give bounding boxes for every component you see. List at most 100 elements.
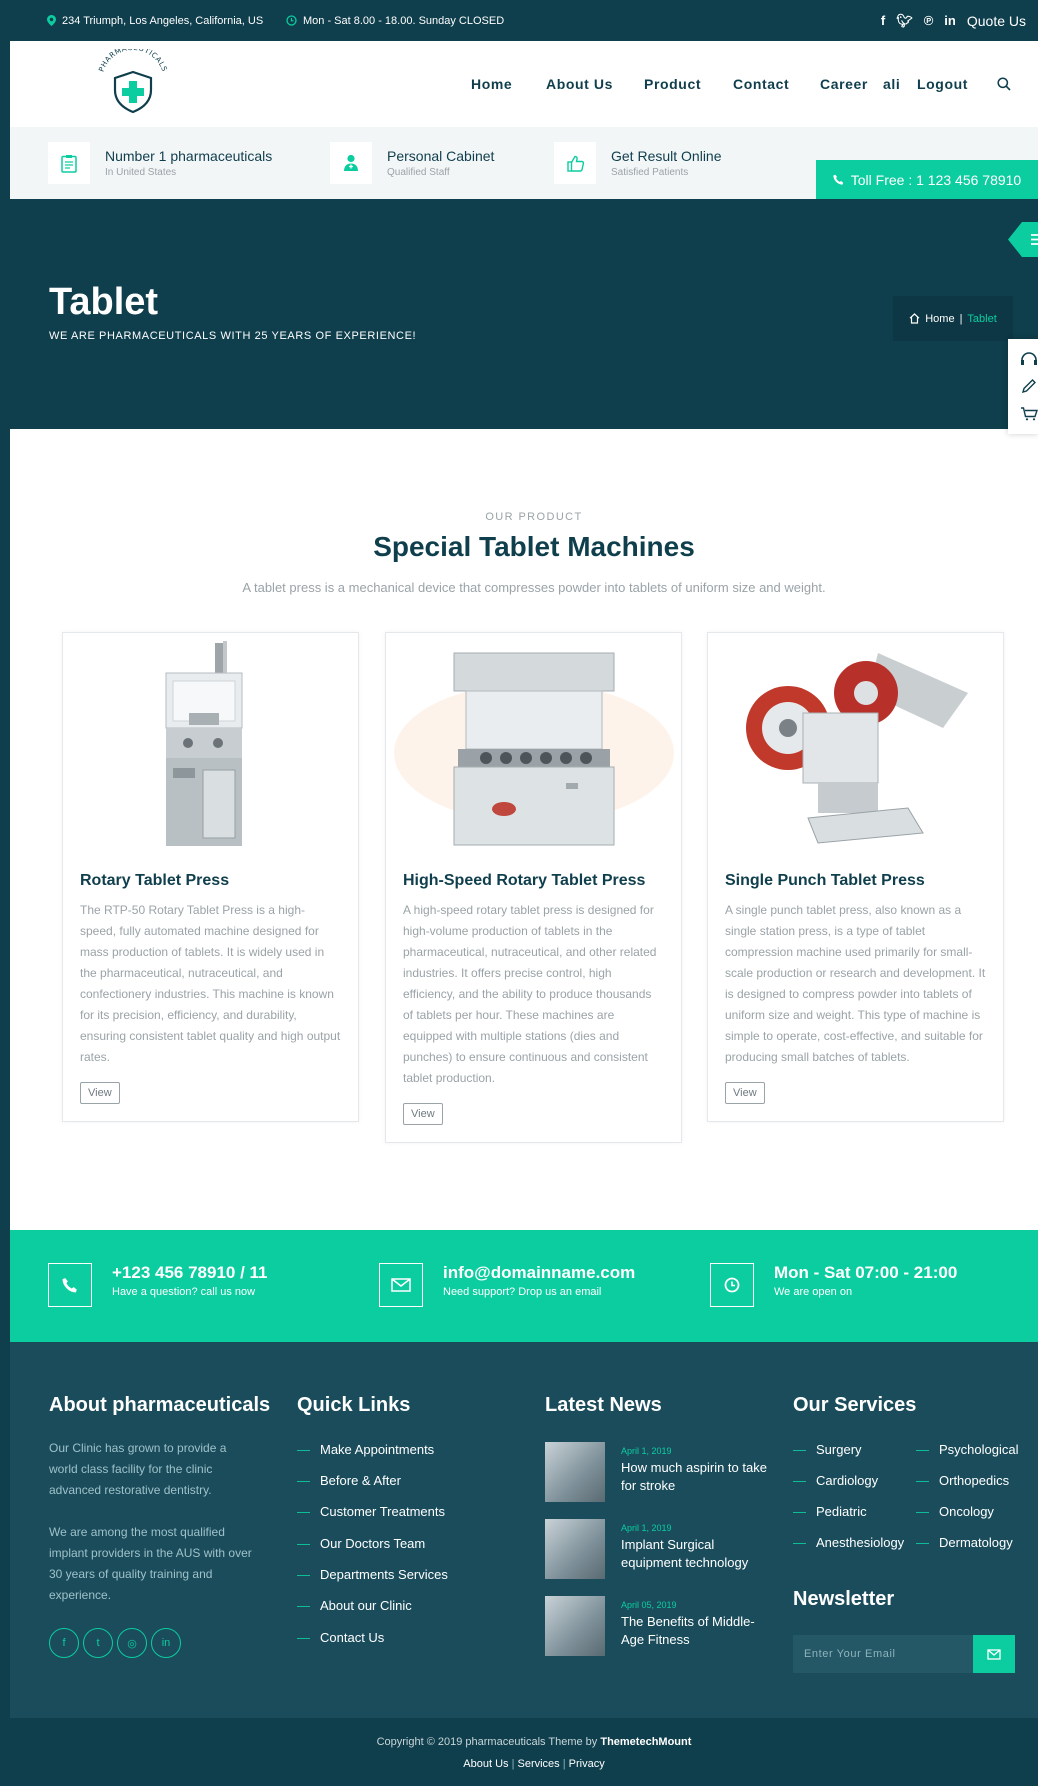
phone-icon bbox=[48, 1263, 92, 1307]
cart-icon[interactable] bbox=[1020, 407, 1038, 421]
copyright-line: Copyright © 2019 pharmaceuticals Theme b… bbox=[10, 1736, 1038, 1748]
linkedin-icon[interactable]: in bbox=[944, 13, 956, 28]
home-icon bbox=[909, 313, 920, 324]
quick-link[interactable]: — Customer Treatments bbox=[297, 1504, 445, 1519]
site-logo[interactable]: PHARMACEUTICALS bbox=[88, 49, 178, 117]
copyright-bar: Copyright © 2019 pharmaceuticals Theme b… bbox=[10, 1718, 1038, 1786]
email-address: info@domainname.com bbox=[443, 1263, 636, 1282]
quick-link[interactable]: — Before & After bbox=[297, 1473, 401, 1488]
nav-product[interactable]: Product bbox=[644, 76, 701, 92]
latest-news-heading: Latest News bbox=[545, 1394, 662, 1416]
feature-title: Personal Cabinet bbox=[387, 148, 495, 164]
hours-text: Mon - Sat 8.00 - 18.00. Sunday CLOSED bbox=[303, 14, 505, 27]
phone-icon bbox=[833, 174, 844, 185]
twitter-icon[interactable]: 🐦︎ bbox=[896, 13, 913, 29]
service-link[interactable]: — Psychological bbox=[916, 1442, 1019, 1457]
quick-link[interactable]: — Make Appointments bbox=[297, 1442, 434, 1457]
search-icon[interactable] bbox=[997, 77, 1011, 91]
quick-link[interactable]: — Contact Us bbox=[297, 1630, 384, 1645]
product-title: High-Speed Rotary Tablet Press bbox=[403, 872, 646, 889]
news-thumbnail bbox=[545, 1519, 605, 1579]
location-pin-icon bbox=[47, 15, 56, 26]
product-title: Single Punch Tablet Press bbox=[725, 872, 925, 889]
quick-link[interactable]: — Departments Services bbox=[297, 1567, 448, 1582]
nav-user[interactable]: ali bbox=[883, 76, 900, 92]
svg-text:PHARMACEUTICALS: PHARMACEUTICALS bbox=[97, 49, 170, 73]
view-button[interactable]: View bbox=[403, 1103, 443, 1125]
service-link[interactable]: — Cardiology bbox=[793, 1473, 878, 1488]
bottom-link-privacy[interactable]: Privacy bbox=[569, 1758, 605, 1770]
envelope-icon bbox=[379, 1263, 423, 1307]
breadcrumb-current: Tablet bbox=[967, 312, 997, 325]
theme-brand-link[interactable]: ThemetechMount bbox=[600, 1736, 691, 1748]
quote-link[interactable]: Quote Us bbox=[967, 13, 1026, 29]
headset-icon[interactable] bbox=[1020, 352, 1038, 366]
toll-free-button[interactable]: Toll Free : 1 123 456 78910 bbox=[816, 160, 1038, 199]
product-card: Rotary Tablet Press The RTP-50 Rotary Ta… bbox=[62, 632, 359, 1122]
thumbs-up-icon bbox=[554, 142, 596, 184]
nav-contact[interactable]: Contact bbox=[733, 76, 789, 92]
copyright-text: Copyright © 2019 pharmaceuticals Theme b… bbox=[376, 1736, 598, 1748]
news-title: Implant Surgical equipment technology bbox=[621, 1537, 749, 1570]
feature-title: Number 1 pharmaceuticals bbox=[105, 148, 273, 164]
instagram-icon[interactable]: ◎ bbox=[117, 1628, 147, 1658]
hours-contact: Mon - Sat 07:00 - 21:00 We are open on bbox=[710, 1263, 957, 1307]
address-text: 234 Triumph, Los Angeles, California, US bbox=[62, 14, 264, 27]
view-button[interactable]: View bbox=[725, 1082, 765, 1104]
clipboard-icon bbox=[48, 142, 90, 184]
news-item[interactable]: April 1, 2019 Implant Surgical equipment … bbox=[545, 1519, 771, 1579]
nav-home[interactable]: Home bbox=[471, 76, 512, 92]
service-link[interactable]: — Dermatology bbox=[916, 1535, 1013, 1550]
section-label: OUR PRODUCT bbox=[485, 511, 583, 523]
nav-about-us[interactable]: About Us bbox=[546, 76, 613, 92]
toll-free-text: Toll Free : 1 123 456 78910 bbox=[850, 171, 1022, 188]
nav-career[interactable]: Career bbox=[820, 76, 868, 92]
newsletter-submit-button[interactable] bbox=[973, 1635, 1015, 1673]
linkedin-icon[interactable]: in bbox=[151, 1628, 181, 1658]
news-title: The Benefits of Middle-Age Fitness bbox=[621, 1614, 755, 1647]
quick-link[interactable]: — Our Doctors Team bbox=[297, 1536, 425, 1551]
news-title: How much aspirin to take for stroke bbox=[621, 1460, 767, 1493]
clock-icon bbox=[286, 15, 297, 26]
doctor-icon bbox=[330, 142, 372, 184]
facebook-icon[interactable]: f bbox=[49, 1628, 79, 1658]
service-link[interactable]: — Anesthesiology bbox=[793, 1535, 904, 1550]
email-contact[interactable]: info@domainname.com Need support? Drop us… bbox=[379, 1263, 635, 1307]
feature-personal-cabinet: Personal Cabinet Qualified Staff bbox=[330, 142, 494, 184]
news-date: April 1, 2019 bbox=[621, 1446, 672, 1456]
service-link[interactable]: — Surgery bbox=[793, 1442, 862, 1457]
clock-icon bbox=[710, 1263, 754, 1307]
social-links: f 🐦︎ ℗ in Quote Us bbox=[881, 0, 1026, 41]
newsletter-email-input[interactable]: Enter Your Email bbox=[793, 1635, 974, 1673]
section-description: A tablet press is a mechanical device th… bbox=[242, 580, 826, 595]
news-thumbnail bbox=[545, 1596, 605, 1656]
page-title: Tablet bbox=[49, 281, 159, 323]
service-link[interactable]: — Orthopedics bbox=[916, 1473, 1009, 1488]
phone-contact[interactable]: +123 456 78910 / 11 Have a question? call… bbox=[48, 1263, 268, 1307]
service-link[interactable]: — Oncology bbox=[916, 1504, 994, 1519]
nav-logout[interactable]: Logout bbox=[917, 76, 968, 92]
feature-sub: Satisfied Patients bbox=[611, 167, 689, 178]
twitter-icon[interactable]: t bbox=[83, 1628, 113, 1658]
about-paragraph: We are among the most qualified implant … bbox=[49, 1525, 252, 1602]
facebook-icon[interactable]: f bbox=[881, 13, 885, 28]
feature-sub: Qualified Staff bbox=[387, 167, 450, 178]
email-caption: Need support? Drop us an email bbox=[443, 1286, 602, 1298]
news-item[interactable]: April 05, 2019 The Benefits of Middle-Age… bbox=[545, 1596, 771, 1656]
breadcrumb-home[interactable]: Home bbox=[925, 313, 954, 325]
side-panel-toggle[interactable] bbox=[1008, 222, 1038, 257]
news-item[interactable]: April 1, 2019 How much aspirin to take fo… bbox=[545, 1442, 771, 1502]
pinterest-icon[interactable]: ℗ bbox=[924, 13, 934, 28]
bottom-links: About Us | Services | Privacy bbox=[463, 1758, 605, 1770]
footer: About pharmaceuticals Our Clinic has gro… bbox=[10, 1342, 1038, 1718]
main-header: PHARMACEUTICALS Home About Us Product Co… bbox=[10, 41, 1038, 127]
bottom-link-services[interactable]: Services bbox=[518, 1758, 560, 1770]
service-link[interactable]: — Pediatric bbox=[793, 1504, 867, 1519]
pencil-icon[interactable] bbox=[1020, 379, 1038, 394]
product-card: Single Punch Tablet Press A single punch… bbox=[707, 632, 1004, 1122]
phone-caption: Have a question? call us now bbox=[112, 1286, 256, 1298]
quick-link[interactable]: — About our Clinic bbox=[297, 1598, 412, 1613]
bottom-link-about[interactable]: About Us bbox=[463, 1758, 508, 1770]
section-title: Special Tablet Machines bbox=[373, 531, 695, 562]
view-button[interactable]: View bbox=[80, 1082, 120, 1104]
